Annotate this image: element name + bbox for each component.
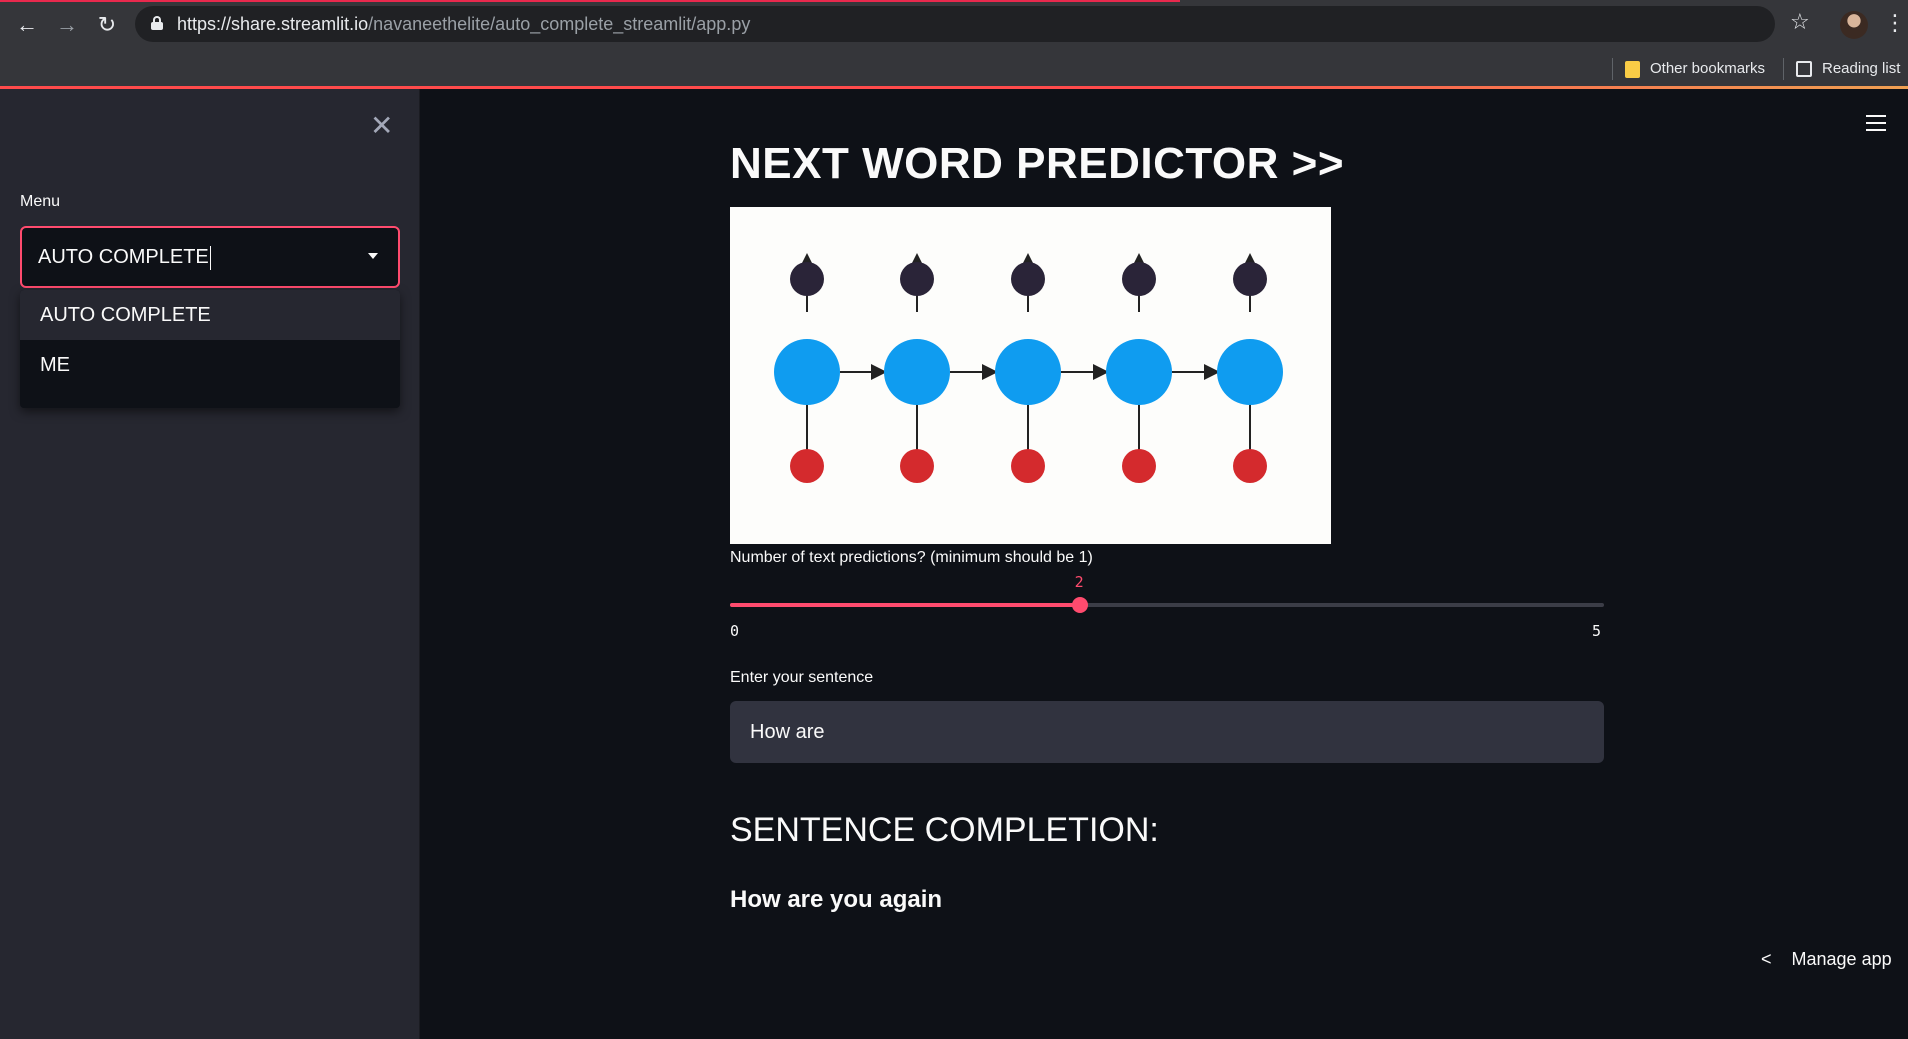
bookmarks-bar: Other bookmarks Reading list <box>0 50 1908 86</box>
menu-select[interactable]: AUTO COMPLETE <box>20 226 400 288</box>
hamburger-menu-icon[interactable] <box>1866 115 1886 131</box>
input-node <box>1233 449 1267 483</box>
slider-thumb[interactable] <box>1071 597 1088 613</box>
output-node <box>790 262 824 296</box>
hidden-node <box>1217 339 1283 405</box>
profile-avatar[interactable] <box>1840 11 1868 39</box>
input-node <box>900 449 934 483</box>
bookmark-star-icon[interactable]: ☆ <box>1790 9 1810 35</box>
output-node <box>1122 262 1156 296</box>
folder-icon <box>1625 60 1640 78</box>
slider-max-label: 5 <box>1592 622 1602 640</box>
chevron-left-icon: < <box>1761 949 1772 969</box>
other-bookmarks[interactable]: Other bookmarks <box>1625 56 1765 82</box>
menu-select-value: AUTO COMPLETE <box>38 245 211 270</box>
main-content: NEXT WORD PREDICTOR >> Number of text pr… <box>421 89 1908 1039</box>
forward-icon[interactable]: → <box>52 10 82 40</box>
slider-min-label: 0 <box>730 622 740 640</box>
url-text: https://share.streamlit.io/navaneethelit… <box>177 14 751 34</box>
input-node <box>1122 449 1156 483</box>
hidden-node <box>995 339 1061 405</box>
chevron-down-icon <box>368 253 378 259</box>
back-icon[interactable]: ← <box>12 10 42 40</box>
menu-dropdown: AUTO COMPLETE ME <box>20 290 400 408</box>
hidden-node <box>1106 339 1172 405</box>
bookmark-separator <box>1783 58 1784 80</box>
slider-label: Number of text predictions? (minimum sho… <box>730 549 1093 566</box>
output-node <box>1011 262 1045 296</box>
sidebar: ✕ Menu AUTO COMPLETE AUTO COMPLETE ME <box>0 89 420 1039</box>
menu-option-auto-complete[interactable]: AUTO COMPLETE <box>20 290 400 340</box>
menu-label: Menu <box>20 193 61 210</box>
reading-list[interactable]: Reading list <box>1796 56 1900 82</box>
browser-toolbar: ← → ↻ https://share.streamlit.io/navanee… <box>0 0 1908 88</box>
close-sidebar-icon[interactable]: ✕ <box>370 109 393 142</box>
rnn-diagram-image <box>730 207 1331 544</box>
hidden-node <box>884 339 950 405</box>
reading-list-icon <box>1796 61 1812 78</box>
input-node <box>790 449 824 483</box>
reload-icon[interactable]: ↻ <box>92 10 122 40</box>
input-node <box>1011 449 1045 483</box>
address-bar[interactable]: https://share.streamlit.io/navaneethelit… <box>135 6 1775 42</box>
tab-accent-strip <box>0 0 1180 2</box>
chrome-menu-icon[interactable]: ⋮ <box>1884 10 1906 36</box>
output-node <box>900 262 934 296</box>
slider-value-label: 2 <box>1074 573 1084 591</box>
lock-icon <box>151 16 163 30</box>
sentence-input-label: Enter your sentence <box>730 669 874 686</box>
manage-app-button[interactable]: < Manage app <box>1761 949 1892 970</box>
menu-option-me[interactable]: ME <box>20 340 400 390</box>
page-title: NEXT WORD PREDICTOR >> <box>730 139 1345 188</box>
hidden-node <box>774 339 840 405</box>
section-heading: SENTENCE COMPLETION: <box>730 811 1159 849</box>
output-node <box>1233 262 1267 296</box>
slider-track-fill <box>730 603 1080 607</box>
slider-track[interactable] <box>730 603 1604 607</box>
sentence-input[interactable] <box>730 701 1604 763</box>
rnn-diagram-svg <box>774 253 1283 483</box>
completion-result: How are you again <box>730 886 943 913</box>
bookmark-separator <box>1612 58 1613 80</box>
